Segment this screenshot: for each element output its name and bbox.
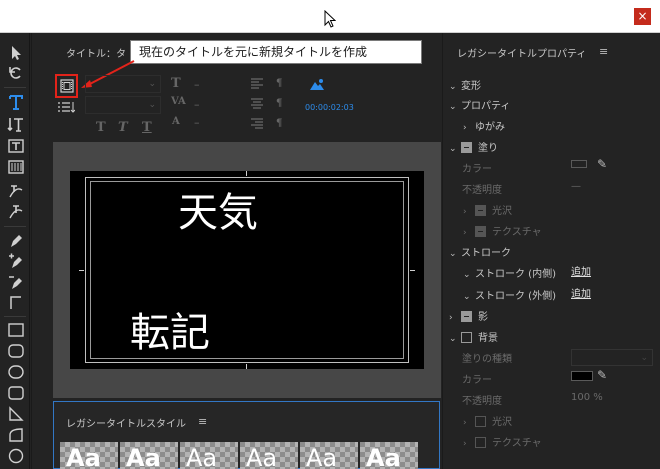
- close-button[interactable]: ×: [634, 8, 651, 25]
- sheen-section[interactable]: › 光沢: [463, 202, 512, 217]
- video-background-icon[interactable]: [309, 78, 325, 92]
- ellipse-tool-icon[interactable]: [7, 447, 25, 465]
- title-text-object[interactable]: 天気: [178, 188, 258, 238]
- add-inner-stroke-link[interactable]: 追加: [571, 263, 591, 278]
- eyedropper-icon[interactable]: ✎: [597, 157, 607, 171]
- font-family-select[interactable]: ⌄: [85, 75, 161, 93]
- title-text-object[interactable]: 転記: [130, 308, 210, 358]
- font-style-select[interactable]: ⌄: [85, 96, 161, 114]
- outer-strokes-row[interactable]: ⌄ ストローク (外側): [463, 287, 556, 302]
- film-icon: [60, 79, 74, 93]
- background-checkbox[interactable]: [461, 332, 472, 343]
- tab-stops-icon[interactable]: [57, 100, 76, 117]
- fill-color-label: カラー: [462, 164, 492, 175]
- properties-section[interactable]: ⌄ プロパティ: [449, 97, 510, 112]
- pen-tool-icon[interactable]: [7, 232, 25, 250]
- fill-opacity-label: 不透明度: [462, 185, 502, 196]
- properties-panel-title: レガシータイトルプロパティ: [457, 49, 587, 60]
- strokes-section[interactable]: ⌄ ストローク: [449, 244, 511, 259]
- mouse-cursor-icon: [324, 9, 337, 31]
- style-swatch[interactable]: Aa: [180, 442, 238, 469]
- wedge-tool-icon[interactable]: [7, 405, 25, 423]
- legacy-title-styles-panel: レガシータイトルスタイル ≡ Aa Aa Aa Aa Aa Aa: [53, 401, 440, 469]
- bg-opacity-label: 不透明度: [462, 396, 502, 407]
- tooltip-callout: 現在のタイトルを元に新規タイトルを作成: [130, 40, 422, 64]
- bg-opacity-value[interactable]: 100 %: [571, 392, 603, 403]
- rounded-corner-tool-icon[interactable]: [7, 384, 25, 402]
- style-swatch[interactable]: Aa: [300, 442, 358, 469]
- align-center-icon[interactable]: [250, 98, 264, 113]
- texture-section[interactable]: › テクスチャ: [463, 223, 542, 238]
- paragraph-justify-all-icon[interactable]: ¶: [276, 118, 282, 129]
- vertical-path-type-tool-icon[interactable]: [7, 203, 25, 221]
- type-tool-icon[interactable]: [7, 93, 25, 111]
- style-swatch[interactable]: Aa: [120, 442, 178, 469]
- rotate-tool-icon[interactable]: [7, 64, 25, 82]
- tools-panel: [0, 33, 30, 469]
- title-tab-label[interactable]: タイトル：タ: [66, 45, 126, 60]
- convert-anchor-tool-icon[interactable]: [7, 293, 25, 311]
- align-right-icon[interactable]: [250, 118, 264, 133]
- fill-section[interactable]: ⌄ 塗り: [449, 139, 498, 154]
- rectangle-tool-icon[interactable]: [7, 321, 25, 339]
- clipped-corner-tool-icon[interactable]: [7, 363, 25, 381]
- bg-color-label: カラー: [462, 375, 492, 386]
- style-swatches: Aa Aa Aa Aa Aa Aa: [60, 442, 438, 469]
- timecode-display[interactable]: 00:00:02:03: [305, 103, 354, 112]
- inner-strokes-row[interactable]: ⌄ ストローク (内側): [463, 265, 556, 280]
- window-title-bar: ×: [0, 0, 660, 33]
- background-section[interactable]: ⌄ 背景: [449, 329, 498, 344]
- paragraph-justify-icon[interactable]: ¶: [276, 98, 282, 109]
- leading-icon: A: [172, 116, 180, 127]
- fill-color-swatch[interactable]: [571, 160, 587, 168]
- shadow-section[interactable]: › 影: [449, 308, 488, 323]
- panel-menu-icon[interactable]: ≡: [599, 45, 608, 58]
- italic-icon[interactable]: T: [118, 120, 128, 135]
- selection-tool-icon[interactable]: [7, 44, 25, 62]
- fill-type-label: 塗りの種類: [462, 354, 512, 365]
- rounded-rectangle-tool-icon[interactable]: [7, 342, 25, 360]
- add-outer-stroke-link[interactable]: 追加: [571, 285, 591, 300]
- kerning-icon: VA: [171, 96, 186, 107]
- bg-texture-section[interactable]: › テクスチャ: [463, 434, 542, 449]
- fill-type-dropdown[interactable]: ⌄: [571, 349, 653, 366]
- align-left-icon[interactable]: [250, 78, 264, 93]
- area-type-tool-icon[interactable]: [7, 137, 25, 155]
- distort-section[interactable]: › ゆがみ: [463, 118, 505, 133]
- arc-tool-icon[interactable]: [7, 426, 25, 444]
- eyedropper-icon[interactable]: ✎: [597, 368, 607, 382]
- transform-section[interactable]: ⌄ 変形: [449, 77, 481, 92]
- add-anchor-tool-icon[interactable]: [7, 252, 25, 270]
- vertical-area-type-tool-icon[interactable]: [7, 158, 25, 176]
- style-swatch[interactable]: Aa: [360, 442, 418, 469]
- underline-icon[interactable]: T: [142, 120, 152, 135]
- path-type-tool-icon[interactable]: [7, 182, 25, 200]
- legacy-title-properties-panel: レガシータイトルプロパティ ≡ ⌄ 変形 ⌄ プロパティ › ゆがみ ⌄ 塗り カラー …: [442, 33, 660, 469]
- bold-icon[interactable]: T: [96, 120, 106, 135]
- bg-sheen-section[interactable]: › 光沢: [463, 413, 512, 428]
- shadow-checkbox[interactable]: [461, 311, 472, 322]
- style-swatch[interactable]: Aa: [240, 442, 298, 469]
- vertical-type-tool-icon[interactable]: [7, 115, 25, 133]
- styles-panel-title: レガシータイトルスタイル: [66, 419, 186, 430]
- delete-anchor-tool-icon[interactable]: [7, 273, 25, 291]
- new-title-based-on-current-button[interactable]: [55, 74, 78, 98]
- panel-menu-icon[interactable]: ≡: [198, 415, 207, 428]
- style-swatch[interactable]: Aa: [60, 442, 118, 469]
- font-size-icon: T: [171, 76, 181, 91]
- bg-color-swatch[interactable]: [571, 371, 593, 381]
- fill-checkbox[interactable]: [461, 142, 472, 153]
- paragraph-icon[interactable]: ¶: [276, 78, 282, 89]
